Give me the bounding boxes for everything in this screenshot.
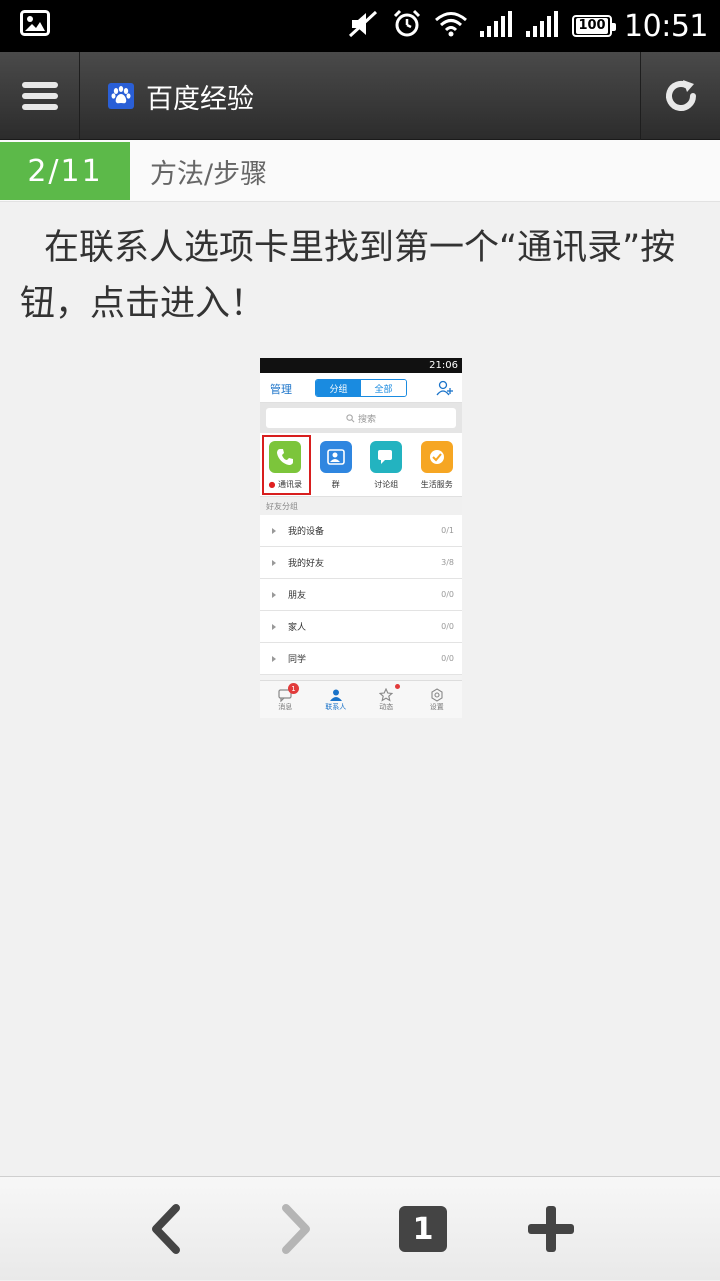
screenshot-status-bar: 21:06	[260, 358, 462, 373]
browser-toolbar: 1	[0, 1176, 720, 1280]
screenshot-group-row: 朋友 0/0	[260, 579, 462, 611]
tab-count: 1	[412, 1211, 434, 1247]
chat-icon	[370, 441, 403, 473]
highlight-box	[262, 435, 311, 495]
status-bar: 100 10:51	[0, 0, 720, 52]
battery-icon: 100	[572, 15, 617, 37]
brand: 百度经验	[108, 52, 254, 140]
forward-button[interactable]	[252, 1177, 342, 1281]
screenshot-group-count: 3/8	[441, 558, 454, 567]
alarm-icon	[392, 9, 422, 43]
app-header: 百度经验	[0, 52, 720, 140]
screenshot-group-row: 我的好友 3/8	[260, 547, 462, 579]
screenshot-group-count: 0/0	[441, 590, 454, 599]
screenshot-tab-bar: 消息 1 联系人 动态 设置	[260, 680, 462, 718]
gallery-notification-icon	[20, 10, 50, 40]
screenshot-tab-label: 联系人	[325, 702, 347, 711]
screenshot-app-life-label: 生活服务	[420, 480, 453, 489]
tabs-button[interactable]: 1	[378, 1177, 468, 1281]
screenshot-group-count: 0/0	[441, 622, 454, 631]
gear-icon	[431, 687, 443, 702]
app-title: 百度经验	[146, 83, 254, 115]
screenshot-group-count: 0/0	[441, 654, 454, 663]
step-heading: 方法/步骤	[150, 158, 268, 190]
new-dot	[395, 684, 400, 689]
screenshot-status-time: 21:06	[429, 360, 458, 371]
expand-arrow-icon	[272, 623, 276, 630]
screenshot-group-name: 朋友	[288, 591, 307, 601]
person-icon	[329, 689, 342, 701]
screenshot-app-row: ● 通讯录 群 讨论组 生活服务	[260, 433, 462, 497]
forward-icon	[282, 1204, 310, 1254]
refresh-icon	[665, 80, 696, 111]
screenshot-manage-link: 管理	[270, 383, 292, 396]
screenshot-group-row: 家人 0/0	[260, 611, 462, 643]
screenshot-header: 管理 分组 全部	[260, 373, 462, 403]
step-bar: 2/11 方法/步骤	[0, 140, 720, 202]
screenshot-tab-label: 动态	[379, 702, 394, 711]
screenshot-group-name: 家人	[288, 623, 307, 633]
add-icon	[528, 1206, 574, 1252]
baidu-paw-icon	[108, 83, 134, 109]
screenshot-tab-label: 消息	[278, 702, 293, 711]
screenshot-app-discussion: 讨论组	[361, 433, 412, 496]
screenshot-app-discussion-label: 讨论组	[374, 480, 399, 489]
wifi-icon	[434, 11, 468, 41]
screenshot-groups-title: 好友分组	[260, 497, 462, 515]
screenshot-group-name: 我的设备	[288, 527, 325, 537]
screenshot-group-row: 我的设备 0/1	[260, 515, 462, 547]
screenshot-tab-settings: 设置	[412, 681, 463, 718]
step-description: 在联系人选项卡里找到第一个“通讯录”按钮，点击进入！	[20, 228, 676, 324]
search-icon	[346, 413, 355, 422]
screenshot-group-name: 同学	[288, 655, 307, 665]
tabs-icon: 1	[399, 1206, 447, 1252]
expand-arrow-icon	[272, 655, 276, 662]
unread-badge: 1	[288, 683, 299, 694]
expand-arrow-icon	[272, 559, 276, 566]
signal-icon	[480, 11, 514, 41]
screenshot-group-count: 0/1	[441, 526, 454, 535]
expand-arrow-icon	[272, 591, 276, 598]
menu-icon	[21, 82, 58, 110]
screenshot-tab-messages: 消息 1	[260, 681, 311, 718]
screenshot-tab-label: 设置	[429, 702, 444, 711]
step-counter: 2/11	[0, 142, 130, 200]
screenshot-group-row: 同学 0/0	[260, 643, 462, 675]
back-button[interactable]	[120, 1177, 210, 1281]
group-icon	[319, 441, 352, 473]
menu-button[interactable]	[0, 52, 80, 140]
screenshot-search-box: 搜索	[266, 408, 456, 428]
screenshot-app-groups-label: 群	[331, 480, 340, 489]
battery-level: 100	[576, 18, 608, 34]
expand-arrow-icon	[272, 527, 276, 534]
screenshot-app-life: 生活服务	[412, 433, 463, 496]
back-icon	[152, 1204, 180, 1254]
screenshot-tab-contacts: 联系人	[311, 681, 362, 718]
screenshot-app-groups: 群	[311, 433, 362, 496]
service-badge-icon	[420, 441, 453, 473]
add-contact-icon	[436, 379, 454, 401]
signal-icon-2	[526, 11, 560, 41]
screenshot-search-wrap: 搜索	[260, 403, 462, 433]
status-time: 10:51	[624, 8, 708, 44]
refresh-button[interactable]	[640, 52, 720, 140]
screenshot-segment-group: 分组	[316, 380, 361, 396]
screenshot-segment-control: 分组 全部	[315, 379, 407, 397]
new-tab-button[interactable]	[506, 1177, 596, 1281]
screenshot-tab-feed: 动态	[361, 681, 412, 718]
screenshot-segment-all: 全部	[361, 380, 406, 396]
step-screenshot[interactable]: 21:06 管理 分组 全部 搜索 ● 通讯录 群 讨论组 生活服务 好友分组 …	[260, 358, 462, 718]
star-icon	[379, 687, 394, 702]
screenshot-search-placeholder: 搜索	[357, 414, 376, 425]
mute-icon	[348, 10, 380, 42]
screenshot-group-name: 我的好友	[288, 559, 325, 569]
